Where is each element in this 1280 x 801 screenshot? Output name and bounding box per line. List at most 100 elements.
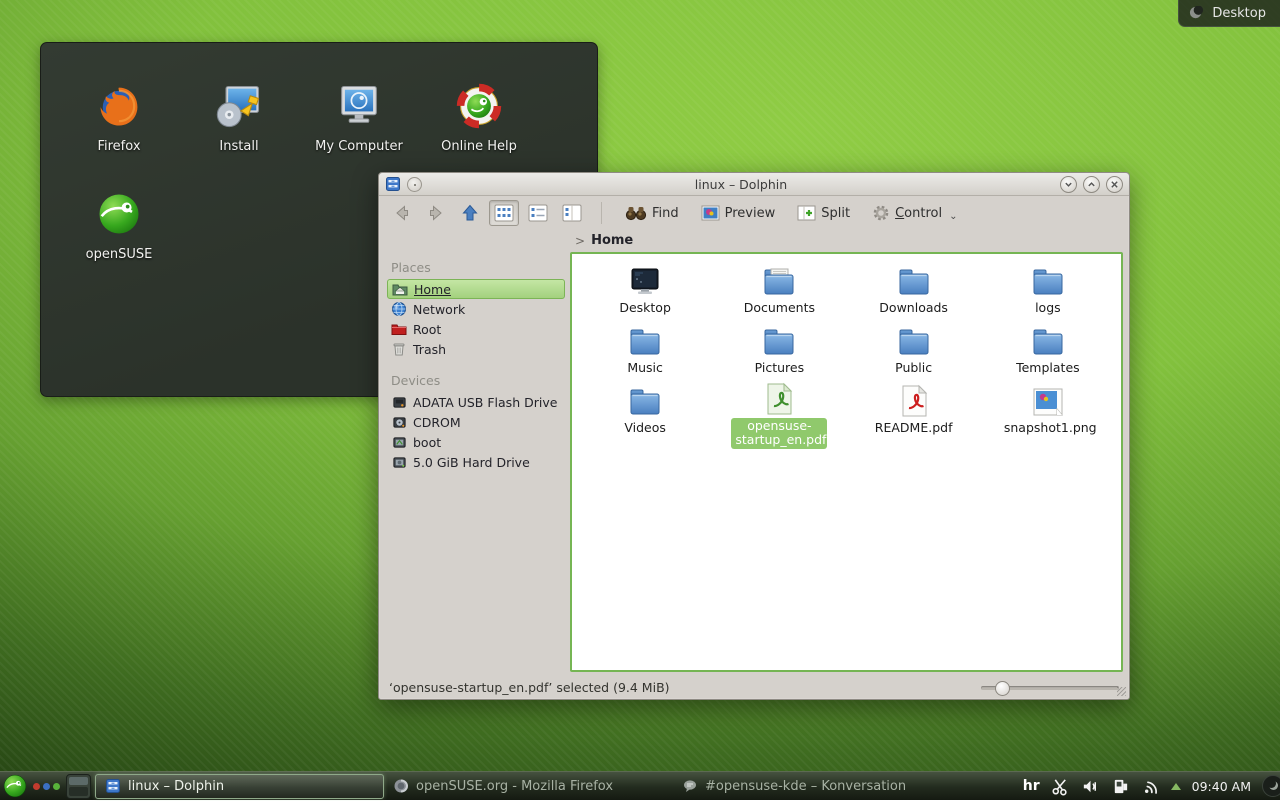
- desktop-toolbox[interactable]: Desktop: [1178, 0, 1280, 27]
- red-dot-icon: [33, 783, 40, 790]
- sidebar-item[interactable]: ADATA USB Flash Drive: [387, 392, 565, 412]
- desktop-pager[interactable]: [66, 774, 91, 799]
- places-panel: Places Home Network Root Trash Devices A…: [385, 252, 567, 672]
- file-item[interactable]: snapshot1.png: [981, 382, 1115, 442]
- control-button[interactable]: Control ⌄: [867, 201, 962, 225]
- places-list: Home Network Root Trash: [387, 279, 565, 359]
- close-button[interactable]: [1106, 176, 1123, 193]
- desktop-icon[interactable]: Install: [179, 63, 299, 171]
- file-item-label: Videos: [620, 420, 670, 436]
- chevron-down-icon: ⌄: [949, 211, 957, 222]
- split-button[interactable]: Split: [792, 202, 855, 224]
- split-icon: [797, 205, 816, 221]
- back-icon: [392, 203, 412, 223]
- sidebar-item[interactable]: Root: [387, 319, 565, 339]
- activity-dots[interactable]: [33, 783, 60, 790]
- main-toolbar: Find Preview Split Control ⌄: [379, 196, 1129, 230]
- file-item[interactable]: Downloads: [847, 262, 981, 322]
- file-item[interactable]: Pictures: [712, 322, 846, 382]
- status-bar: ‘opensuse-startup_en.pdf’ selected (9.4 …: [379, 676, 1129, 699]
- file-item[interactable]: Desktop: [578, 262, 712, 322]
- sidebar-item-label: ADATA USB Flash Drive: [413, 395, 557, 410]
- desktop-icon-label: My Computer: [315, 139, 403, 154]
- app-launcher-button[interactable]: [0, 772, 29, 801]
- file-item[interactable]: opensuse-startup_en.pdf: [712, 382, 846, 442]
- taskbar-task[interactable]: openSUSE.org - Mozilla Firefox: [384, 774, 673, 799]
- tray-expand-arrow-icon[interactable]: [1171, 783, 1181, 790]
- sidebar-item[interactable]: CDROM: [387, 412, 565, 432]
- file-item[interactable]: README.pdf: [847, 382, 981, 442]
- sidebar-item-label: Root: [413, 322, 441, 337]
- file-item[interactable]: Documents: [712, 262, 846, 322]
- forward-button[interactable]: [421, 200, 451, 226]
- file-item[interactable]: Public: [847, 322, 981, 382]
- taskbar-task[interactable]: linux – Dolphin: [95, 774, 384, 799]
- icons-view-icon: [494, 204, 514, 222]
- sidebar-item-label: 5.0 GiB Hard Drive: [413, 455, 530, 470]
- dolphin-app-icon: [385, 176, 401, 192]
- file-item-label: Public: [891, 360, 936, 376]
- keyboard-layout-indicator[interactable]: hr: [1023, 778, 1040, 794]
- sidebar-item-label: Network: [413, 302, 465, 317]
- file-item-label: snapshot1.png: [1000, 420, 1096, 436]
- preview-icon: [701, 205, 720, 221]
- taskbar-task-label: openSUSE.org - Mozilla Firefox: [416, 779, 613, 794]
- details-view-button[interactable]: [523, 200, 553, 226]
- breadcrumb-chevron-icon[interactable]: >: [575, 234, 585, 248]
- breadcrumb: > Home: [379, 230, 1129, 251]
- desktop-icon[interactable]: Online Help: [419, 63, 539, 171]
- file-item-label: Downloads: [875, 300, 952, 316]
- volume-icon[interactable]: [1081, 777, 1100, 796]
- file-item-label: README.pdf: [871, 420, 957, 436]
- taskbar-task-label: #opensuse-kde – Konversation: [705, 779, 906, 794]
- pager-desktop-2[interactable]: [69, 787, 88, 796]
- details-view-icon: [528, 204, 548, 222]
- panel-cashew-icon[interactable]: [1262, 775, 1280, 797]
- back-button[interactable]: [387, 200, 417, 226]
- sidebar-item[interactable]: Trash: [387, 339, 565, 359]
- desktop-icon[interactable]: My Computer: [299, 63, 419, 171]
- cashew-icon: [1189, 6, 1204, 21]
- zoom-slider[interactable]: [981, 681, 1119, 695]
- task-manager: linux – Dolphin openSUSE.org - Mozilla F…: [95, 772, 962, 801]
- opensuse-launcher-icon: [2, 773, 28, 799]
- sidebar-item[interactable]: Home: [387, 279, 565, 299]
- file-item-label: Pictures: [751, 360, 809, 376]
- device-notifier-icon[interactable]: [1111, 777, 1130, 796]
- sidebar-item-label: boot: [413, 435, 441, 450]
- devices-list: ADATA USB Flash Drive CDROM boot 5.0 GiB…: [387, 392, 565, 472]
- resize-grip[interactable]: [1117, 687, 1126, 696]
- desktop-icon[interactable]: openSUSE: [59, 171, 179, 279]
- icons-view-button[interactable]: [489, 200, 519, 226]
- titlebar[interactable]: linux – Dolphin: [379, 173, 1129, 196]
- sidebar-item[interactable]: 5.0 GiB Hard Drive: [387, 452, 565, 472]
- breadcrumb-home[interactable]: Home: [591, 233, 633, 248]
- file-item[interactable]: Videos: [578, 382, 712, 442]
- pin-window-button[interactable]: [407, 177, 422, 192]
- desktop-toolbox-label: Desktop: [1212, 6, 1266, 21]
- zoom-slider-handle[interactable]: [995, 681, 1010, 696]
- minimize-button[interactable]: [1060, 176, 1077, 193]
- maximize-button[interactable]: [1083, 176, 1100, 193]
- sidebar-item-label: Trash: [413, 342, 446, 357]
- columns-view-button[interactable]: [557, 200, 587, 226]
- file-item[interactable]: Templates: [981, 322, 1115, 382]
- preview-button[interactable]: Preview: [696, 202, 781, 224]
- find-button[interactable]: Find: [620, 202, 684, 224]
- file-item[interactable]: Music: [578, 322, 712, 382]
- pager-desktop-1[interactable]: [69, 777, 88, 786]
- binoculars-icon: [625, 205, 647, 221]
- network-icon[interactable]: [1141, 777, 1160, 796]
- desktop-icon[interactable]: Firefox: [59, 63, 179, 171]
- desktop-icon-label: Install: [219, 139, 258, 154]
- file-item-label: opensuse-startup_en.pdf: [731, 418, 827, 449]
- file-view[interactable]: Desktop Documents Downloads logs Music P…: [570, 252, 1123, 672]
- klipper-scissors-icon[interactable]: [1051, 777, 1070, 796]
- sidebar-item[interactable]: boot: [387, 432, 565, 452]
- clock[interactable]: 09:40 AM: [1192, 779, 1251, 794]
- sidebar-item[interactable]: Network: [387, 299, 565, 319]
- taskbar-task[interactable]: #opensuse-kde – Konversation: [673, 774, 962, 799]
- system-tray: hr 09:40 AM: [1023, 772, 1280, 801]
- file-item[interactable]: logs: [981, 262, 1115, 322]
- up-button[interactable]: [455, 200, 485, 226]
